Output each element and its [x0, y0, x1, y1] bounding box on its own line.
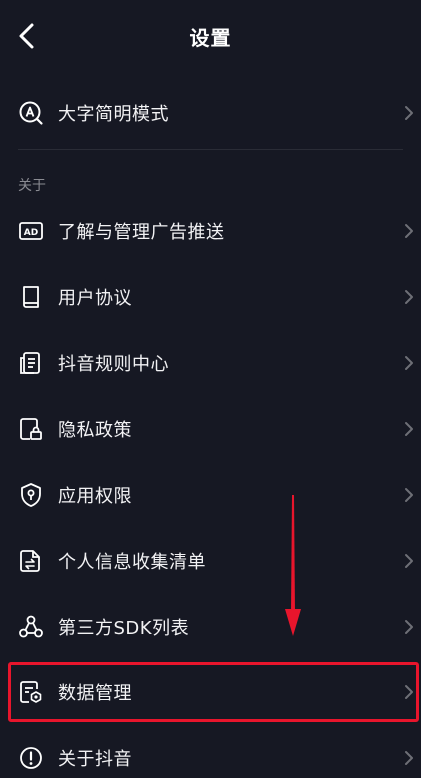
privacy-policy-label: 隐私政策 [58, 420, 132, 441]
chevron-right-icon [403, 618, 415, 636]
shield-icon [18, 482, 44, 508]
chevron-right-icon [403, 552, 415, 570]
personal-info-list-item[interactable]: 个人信息收集清单 [0, 530, 421, 592]
lock-document-icon [18, 416, 44, 442]
rules-center-item[interactable]: 抖音规则中心 [0, 332, 421, 394]
chevron-right-icon [403, 288, 415, 306]
large-text-mode-item[interactable]: 大字简明模式 [0, 82, 421, 144]
page-title: 设置 [189, 26, 232, 50]
third-party-sdk-item[interactable]: 第三方SDK列表 [0, 596, 421, 658]
file-transfer-icon [18, 548, 44, 574]
ad-management-item[interactable]: AD 了解与管理广告推送 [0, 200, 421, 262]
header: 设置 [0, 0, 421, 72]
chevron-right-icon [403, 749, 415, 767]
chevron-right-icon [403, 104, 415, 122]
chevron-right-icon [403, 420, 415, 438]
network-icon [18, 614, 44, 640]
about-douyin-item[interactable]: 关于抖音 [0, 727, 421, 778]
chevron-right-icon [403, 222, 415, 240]
app-permissions-item[interactable]: 应用权限 [0, 464, 421, 526]
divider [18, 149, 403, 150]
privacy-policy-item[interactable]: 隐私政策 [0, 398, 421, 460]
large-text-icon [18, 100, 44, 126]
chevron-right-icon [403, 486, 415, 504]
user-agreement-label: 用户协议 [58, 288, 132, 309]
rules-center-label: 抖音规则中心 [58, 354, 169, 375]
about-douyin-label: 关于抖音 [58, 749, 132, 770]
svg-text:AD: AD [24, 228, 38, 238]
chevron-right-icon [403, 354, 415, 372]
third-party-sdk-label: 第三方SDK列表 [58, 618, 190, 639]
highlight-box [8, 662, 419, 722]
document-list-icon [18, 350, 44, 376]
book-icon [18, 284, 44, 310]
app-permissions-label: 应用权限 [58, 486, 132, 507]
personal-info-list-label: 个人信息收集清单 [58, 552, 206, 573]
section-title-about: 关于 [18, 178, 46, 194]
large-text-mode-label: 大字简明模式 [58, 104, 169, 125]
ad-management-label: 了解与管理广告推送 [58, 222, 225, 243]
user-agreement-item[interactable]: 用户协议 [0, 266, 421, 328]
annotation-arrow-icon [280, 495, 306, 637]
settings-screen: 设置 大字简明模式 关于 AD 了解与管理广告推送 用户协议 抖音规则中心 隐私… [0, 0, 421, 778]
ad-icon: AD [18, 218, 44, 244]
info-icon [18, 745, 44, 771]
